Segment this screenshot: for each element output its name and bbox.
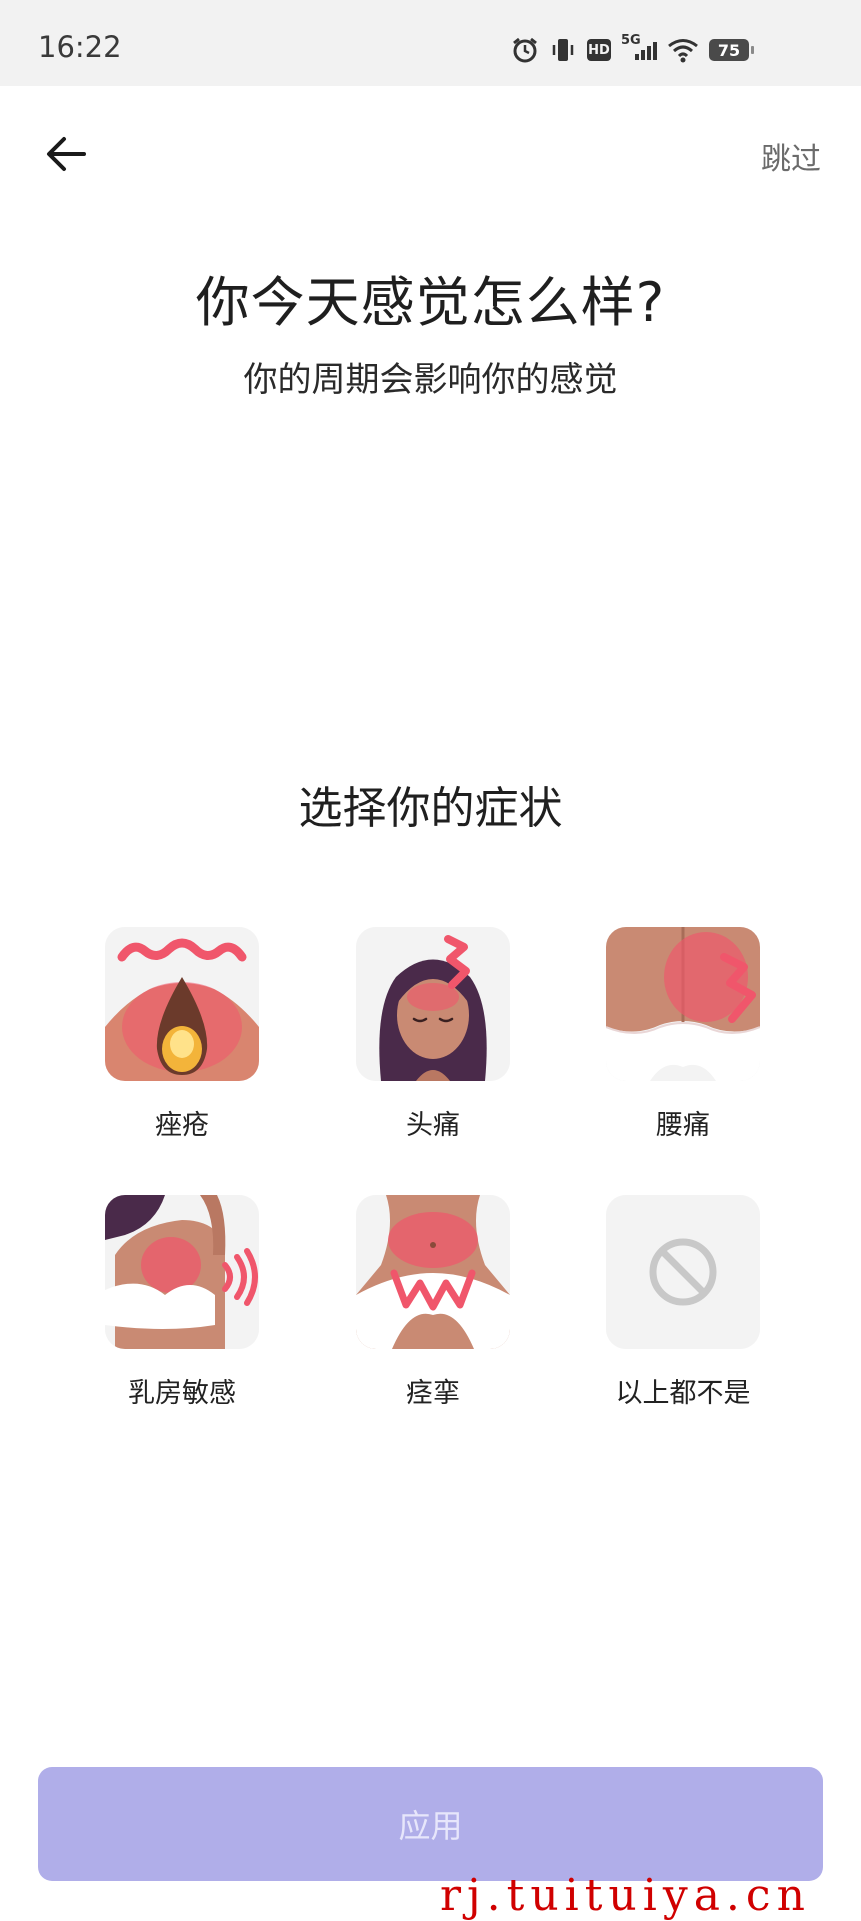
symptom-label: 腰痛	[656, 1110, 710, 1141]
symptom-label: 乳房敏感	[128, 1378, 236, 1409]
symptom-label: 头痛	[406, 1110, 460, 1141]
alarm-icon	[511, 35, 539, 65]
symptom-breast-sensitivity[interactable]: 乳房敏感	[105, 1195, 259, 1410]
status-bar: 16:22 HD 5G 75	[0, 0, 861, 86]
arrow-left-icon	[47, 137, 86, 171]
watermark: rj.tuituiya.cn	[440, 1870, 811, 1921]
page-subtitle: 你的周期会影响你的感觉	[243, 360, 618, 400]
cramps-icon	[356, 1195, 510, 1349]
none-icon	[606, 1195, 760, 1349]
status-time: 16:22	[38, 30, 122, 64]
breast-sensitivity-icon	[105, 1195, 259, 1349]
acne-icon	[105, 927, 259, 1081]
symptom-back-pain[interactable]: 腰痛	[606, 927, 760, 1142]
symptom-none[interactable]: 以上都不是	[606, 1195, 760, 1410]
symptom-label: 以上都不是	[615, 1378, 751, 1409]
back-button[interactable]	[40, 128, 92, 180]
page-title: 你今天感觉怎么样?	[195, 271, 666, 334]
skip-button[interactable]: 跳过	[761, 134, 821, 178]
back-pain-icon	[606, 927, 760, 1081]
vibrate-icon	[549, 35, 577, 65]
status-icons: HD 5G 75	[511, 33, 754, 66]
battery-icon: 75	[709, 35, 754, 65]
symptom-cramps[interactable]: 痉挛	[356, 1195, 510, 1410]
apply-button[interactable]: 应用	[38, 1767, 823, 1881]
symptom-label: 痉挛	[406, 1378, 460, 1409]
symptom-acne[interactable]: 痤疮	[105, 927, 259, 1142]
symptom-headache[interactable]: 头痛	[356, 927, 510, 1142]
signal-5g-icon: 5G	[621, 33, 657, 65]
section-title: 选择你的症状	[298, 783, 563, 834]
symptom-label: 痤疮	[155, 1110, 209, 1141]
wifi-icon	[667, 35, 699, 65]
hd-icon: HD	[587, 35, 611, 65]
headache-icon	[356, 927, 510, 1081]
